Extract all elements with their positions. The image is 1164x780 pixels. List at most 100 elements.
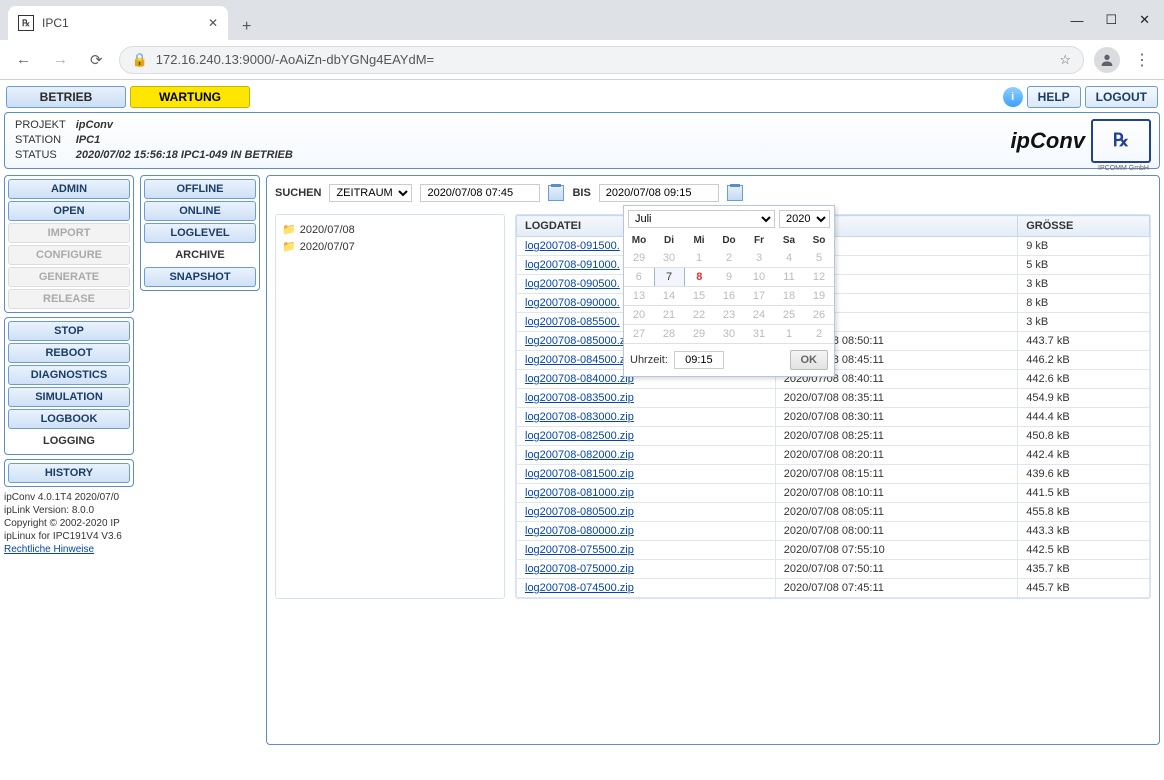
subnav-item-offline[interactable]: OFFLINE <box>144 179 256 199</box>
logfile-link[interactable]: log200708-080500.zip <box>525 506 634 518</box>
logfile-link[interactable]: log200708-083500.zip <box>525 392 634 404</box>
calendar-day[interactable]: 1 <box>774 325 804 344</box>
logfile-link[interactable]: log200708-091500. <box>525 240 620 252</box>
logfile-link[interactable]: log200708-080000.zip <box>525 525 634 537</box>
calendar-day[interactable]: 30 <box>714 325 744 344</box>
calendar-day[interactable]: 8 <box>684 268 714 287</box>
logfile-link[interactable]: log200708-081000.zip <box>525 487 634 499</box>
from-date-input[interactable] <box>420 184 540 202</box>
calendar-ok-button[interactable]: OK <box>790 350 829 370</box>
calendar-day[interactable]: 27 <box>624 325 654 344</box>
calendar-day[interactable]: 21 <box>654 306 684 325</box>
calendar-month-select[interactable]: Juli <box>628 210 775 228</box>
sidebar-item-simulation[interactable]: SIMULATION <box>8 387 130 407</box>
calendar-day[interactable]: 26 <box>804 306 834 325</box>
calendar-day[interactable]: 13 <box>624 287 654 306</box>
sidebar-item-stop[interactable]: STOP <box>8 321 130 341</box>
calendar-day[interactable]: 16 <box>714 287 744 306</box>
calendar-day[interactable]: 6 <box>624 268 654 287</box>
logfile-link[interactable]: log200708-075000.zip <box>525 563 634 575</box>
sidebar-item-diagnostics[interactable]: DIAGNOSTICS <box>8 365 130 385</box>
sidebar-item-logging[interactable]: LOGGING <box>8 431 130 451</box>
logfile-link[interactable]: log200708-085500. <box>525 316 620 328</box>
legal-link[interactable]: Rechtliche Hinweise <box>4 544 94 555</box>
logfile-link[interactable]: log200708-081500.zip <box>525 468 634 480</box>
minimize-icon[interactable]: — <box>1070 13 1083 28</box>
browser-tab[interactable]: ℞ IPC1 ✕ <box>8 6 228 40</box>
to-date-input[interactable] <box>599 184 719 202</box>
back-icon[interactable]: ← <box>10 47 37 72</box>
calendar-day[interactable]: 20 <box>624 306 654 325</box>
calendar-time-input[interactable] <box>674 351 724 369</box>
calendar-day[interactable]: 7 <box>654 268 684 287</box>
search-mode-select[interactable]: ZEITRAUM <box>329 184 412 202</box>
calendar-icon[interactable] <box>548 185 564 201</box>
logfile-link[interactable]: log200708-084500.zip <box>525 354 634 366</box>
logfile-link[interactable]: log200708-083000.zip <box>525 411 634 423</box>
calendar-day[interactable]: 29 <box>624 249 654 268</box>
calendar-day[interactable]: 19 <box>804 287 834 306</box>
col-size[interactable]: GRÖSSE <box>1018 216 1150 237</box>
calendar-day[interactable]: 10 <box>744 268 774 287</box>
calendar-day[interactable]: 3 <box>744 249 774 268</box>
maximize-icon[interactable]: ☐ <box>1105 12 1117 28</box>
logout-button[interactable]: LOGOUT <box>1085 86 1158 108</box>
calendar-day[interactable]: 29 <box>684 325 714 344</box>
calendar-day[interactable]: 18 <box>774 287 804 306</box>
mode-betrieb-button[interactable]: BETRIEB <box>6 86 126 108</box>
calendar-day[interactable]: 9 <box>714 268 744 287</box>
close-window-icon[interactable]: ✕ <box>1139 12 1150 28</box>
logfile-link[interactable]: log200708-082000.zip <box>525 449 634 461</box>
calendar-day[interactable]: 25 <box>774 306 804 325</box>
sidebar-item-history[interactable]: HISTORY <box>8 463 130 483</box>
calendar-day[interactable]: 17 <box>744 287 774 306</box>
table-row: log200708-075000.zip2020/07/08 07:50:114… <box>517 560 1150 579</box>
calendar-day[interactable]: 12 <box>804 268 834 287</box>
mode-wartung-button[interactable]: WARTUNG <box>130 86 250 108</box>
subnav-item-archive[interactable]: ARCHIVE <box>144 245 256 265</box>
logfile-link[interactable]: log200708-075500.zip <box>525 544 634 556</box>
sidebar-item-logbook[interactable]: LOGBOOK <box>8 409 130 429</box>
calendar-day[interactable]: 24 <box>744 306 774 325</box>
logfile-link[interactable]: log200708-085000.zip <box>525 335 634 347</box>
subnav-item-snapshot[interactable]: SNAPSHOT <box>144 267 256 287</box>
calendar-day[interactable]: 30 <box>654 249 684 268</box>
help-button[interactable]: HELP <box>1027 86 1081 108</box>
sidebar-item-reboot[interactable]: REBOOT <box>8 343 130 363</box>
new-tab-button[interactable]: + <box>234 14 259 40</box>
calendar-day[interactable]: 1 <box>684 249 714 268</box>
info-icon[interactable]: i <box>1003 87 1023 107</box>
logfile-link[interactable]: log200708-084000.zip <box>525 373 634 385</box>
calendar-day[interactable]: 14 <box>654 287 684 306</box>
close-icon[interactable]: ✕ <box>208 16 218 30</box>
logfile-link[interactable]: log200708-090000. <box>525 297 620 309</box>
kebab-menu-icon[interactable]: ⋮ <box>1130 46 1154 74</box>
calendar-day[interactable]: 2 <box>714 249 744 268</box>
subnav-item-online[interactable]: ONLINE <box>144 201 256 221</box>
calendar-icon[interactable] <box>727 185 743 201</box>
logfile-link[interactable]: log200708-082500.zip <box>525 430 634 442</box>
url-field[interactable]: 🔒 172.16.240.13:9000/-AoAiZn-dbYGNg4EAYd… <box>119 46 1084 74</box>
subnav-item-loglevel[interactable]: LOGLEVEL <box>144 223 256 243</box>
logfile-link[interactable]: log200708-074500.zip <box>525 582 634 594</box>
calendar-day[interactable]: 15 <box>684 287 714 306</box>
calendar-day[interactable]: 11 <box>774 268 804 287</box>
folder-item[interactable]: 📁2020/07/08 <box>282 221 498 238</box>
calendar-year-select[interactable]: 2020 <box>779 210 830 228</box>
calendar-day[interactable]: 23 <box>714 306 744 325</box>
sidebar-item-open[interactable]: OPEN <box>8 201 130 221</box>
calendar-day[interactable]: 28 <box>654 325 684 344</box>
reload-icon[interactable]: ⟳ <box>84 47 109 73</box>
sidebar-ops: STOPREBOOTDIAGNOSTICSSIMULATIONLOGBOOKLO… <box>4 317 134 455</box>
calendar-day[interactable]: 5 <box>804 249 834 268</box>
calendar-day[interactable]: 2 <box>804 325 834 344</box>
logfile-link[interactable]: log200708-091000. <box>525 259 620 271</box>
calendar-day[interactable]: 4 <box>774 249 804 268</box>
folder-item[interactable]: 📁2020/07/07 <box>282 238 498 255</box>
bookmark-icon[interactable]: ☆ <box>1059 52 1071 68</box>
sidebar-item-admin[interactable]: ADMIN <box>8 179 130 199</box>
logfile-link[interactable]: log200708-090500. <box>525 278 620 290</box>
account-icon[interactable] <box>1094 47 1120 73</box>
calendar-day[interactable]: 31 <box>744 325 774 344</box>
calendar-day[interactable]: 22 <box>684 306 714 325</box>
